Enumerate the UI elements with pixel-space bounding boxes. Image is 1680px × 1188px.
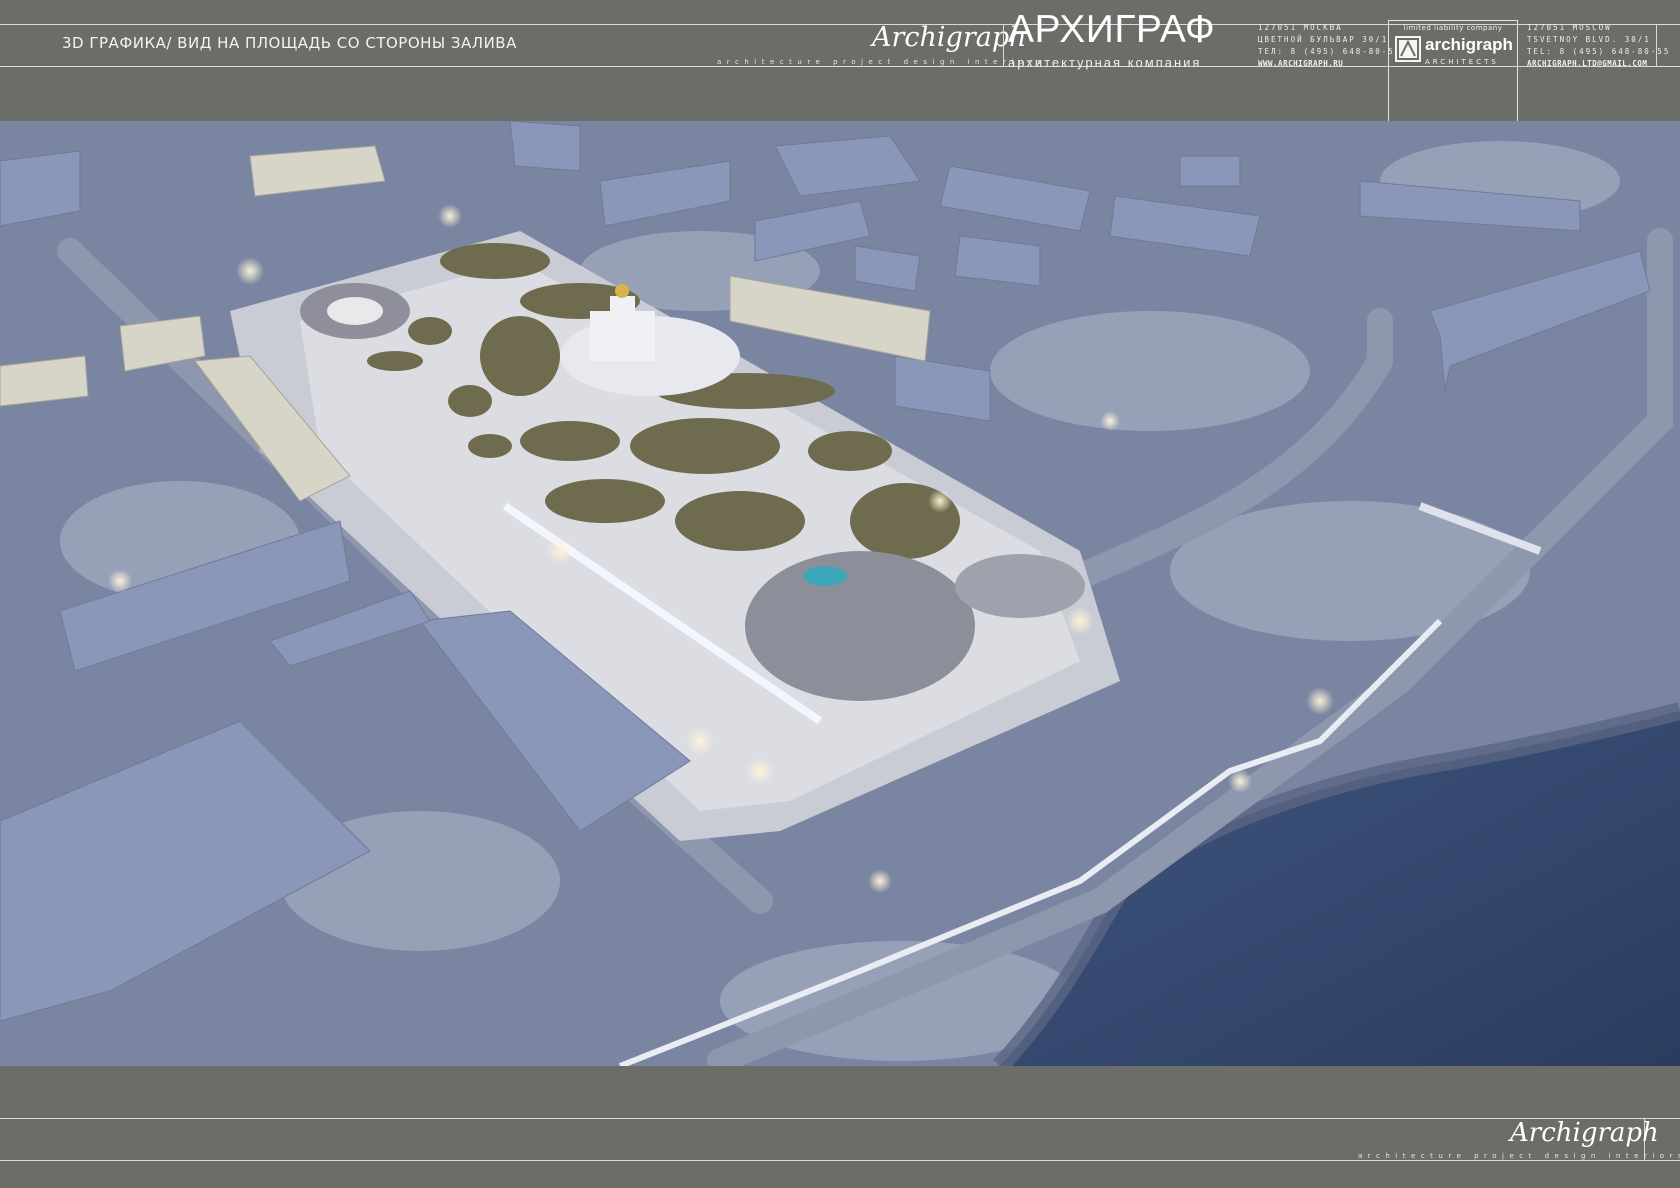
logo-mark-icon [1395,36,1421,62]
aerial-rendering [0,121,1680,1066]
footer-bottom-line [0,1160,1680,1161]
brand-subtitle: архитектурная компания [1008,55,1202,70]
address-russian: 127051 МОСКВА ЦВЕТНОЙ БУЛЬВАР 30/1 ТЕЛ: … [1258,23,1402,68]
footer-script-logo: Archigraph [1510,1118,1659,1148]
header-tagline: architecture project design interiors [717,58,1047,66]
header-divider [1003,24,1004,66]
footer-top-line [0,1118,1680,1119]
brand-name: АРХИГРАФ [1008,8,1216,51]
logo-llc-text: limited liability company [1403,24,1503,32]
sheet-title: 3D ГРАФИКА/ ВИД НА ПЛОЩАДЬ СО СТОРОНЫ ЗА… [62,34,517,52]
header-right-tick [1656,24,1657,66]
footer-tagline: architecture project design interiors [1358,1152,1680,1160]
logo-name: archigraph [1425,35,1513,54]
logo-architects: ARCHITECTS [1425,58,1499,66]
address-english: 127051 MOSCOW TSVETNOY BLVD. 30/1 TEL: 8… [1527,23,1671,68]
